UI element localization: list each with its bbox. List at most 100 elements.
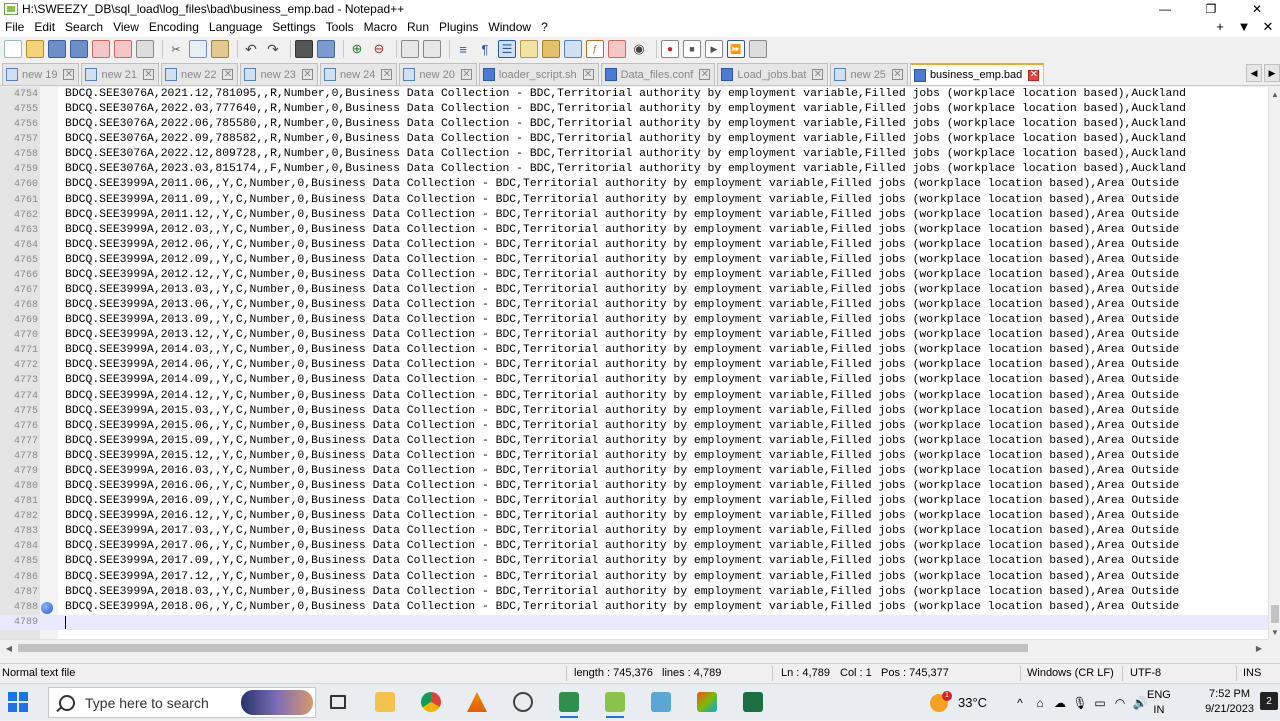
editor-line[interactable]: 4760 BDCQ.SEE3999A,2011.06,,Y,C,Number,0,… (0, 177, 1268, 192)
menu-search[interactable]: Search (60, 17, 108, 37)
excel-icon[interactable] (738, 688, 768, 716)
vertical-scrollbar[interactable]: ▲ ▼ (1268, 87, 1280, 639)
new-tab-button[interactable]: + (1208, 17, 1232, 37)
close-file-icon[interactable] (92, 40, 110, 58)
sync-vertical-icon[interactable] (401, 40, 419, 58)
zoom-out-icon[interactable]: ⊖ (370, 40, 388, 58)
minimize-button[interactable]: — (1142, 0, 1188, 17)
editor-line[interactable]: 4764 BDCQ.SEE3999A,2012.06,,Y,C,Number,0,… (0, 238, 1268, 253)
run-macro-multiple-icon[interactable]: ⏩ (727, 40, 745, 58)
close-tab-icon[interactable]: ✕ (1028, 69, 1040, 81)
cut-icon[interactable]: ✂ (167, 40, 185, 58)
scroll-right-icon[interactable]: ▶ (1252, 640, 1266, 656)
close-tab-icon[interactable]: ✕ (812, 69, 824, 80)
tab-new-20[interactable]: new 20 ✕ (399, 63, 477, 85)
file-explorer-icon[interactable] (370, 688, 400, 716)
close-tab-icon[interactable]: ✕ (891, 69, 903, 80)
tab-new-24[interactable]: new 24 ✕ (319, 63, 398, 85)
menu-tools[interactable]: Tools (321, 17, 359, 37)
close-document-button[interactable]: ✕ (1256, 17, 1280, 37)
editor-line[interactable]: 4761 BDCQ.SEE3999A,2011.09,,Y,C,Number,0,… (0, 193, 1268, 208)
tab-load-jobs-bat[interactable]: Load_jobs.bat ✕ (717, 63, 829, 85)
close-tab-icon[interactable]: ✕ (63, 69, 75, 80)
editor-line[interactable]: 4780 BDCQ.SEE3999A,2016.06,,Y,C,Number,0,… (0, 479, 1268, 494)
tab-scroll-right-icon[interactable]: ▶ (1264, 64, 1280, 82)
editor-line[interactable]: 4771 BDCQ.SEE3999A,2014.03,,Y,C,Number,0,… (0, 343, 1268, 358)
tab-new-21[interactable]: new 21 ✕ (81, 63, 159, 85)
notepad-icon[interactable] (646, 688, 676, 716)
user-defined-language-icon[interactable] (520, 40, 538, 58)
record-macro-icon[interactable]: ● (661, 40, 679, 58)
vlc-icon[interactable] (462, 688, 492, 716)
scroll-down-icon[interactable]: ▼ (1269, 625, 1280, 639)
battery-icon[interactable]: ▭ (1090, 696, 1110, 710)
editor-line[interactable]: 4788 BDCQ.SEE3999A,2018.06,,Y,C,Number,0,… (0, 600, 1268, 615)
zoom-in-icon[interactable]: ⊕ (348, 40, 366, 58)
editor-line[interactable]: 4758 BDCQ.SEE3076A,2022.12,809728,,R,Numb… (0, 147, 1268, 162)
editor-line[interactable]: 4759 BDCQ.SEE3076A,2023.03,815174,,F,Numb… (0, 162, 1268, 177)
save-all-icon[interactable] (70, 40, 88, 58)
print-icon[interactable] (136, 40, 154, 58)
redo-icon[interactable]: ↷ (264, 40, 282, 58)
input-language-indicator[interactable]: ENG IN (1147, 684, 1171, 721)
menu-macro[interactable]: Macro (359, 17, 402, 37)
document-map-icon[interactable] (542, 40, 560, 58)
taskbar-search-box[interactable]: Type here to search (48, 687, 316, 718)
editor-line[interactable]: 4784 BDCQ.SEE3999A,2017.06,,Y,C,Number,0,… (0, 539, 1268, 554)
text-editor[interactable]: 4754 BDCQ.SEE3076A,2021.12,781095,,R,Numb… (0, 87, 1268, 639)
tab-scroll-left-icon[interactable]: ◀ (1246, 64, 1262, 82)
menu-file[interactable]: File (0, 17, 29, 37)
editor-line[interactable]: 4769 BDCQ.SEE3999A,2013.09,,Y,C,Number,0,… (0, 313, 1268, 328)
horizontal-scroll-thumb[interactable] (18, 644, 1028, 652)
tab-new-22[interactable]: new 22 ✕ (160, 63, 239, 85)
editor-line[interactable]: 4762 BDCQ.SEE3999A,2011.12,,Y,C,Number,0,… (0, 208, 1268, 223)
task-view-icon[interactable] (323, 688, 353, 716)
close-tab-icon[interactable]: ✕ (222, 69, 234, 80)
menu-plugins[interactable]: Plugins (434, 17, 483, 37)
wifi-icon[interactable]: ◠ (1110, 696, 1130, 710)
editor-line[interactable]: 4765 BDCQ.SEE3999A,2012.09,,Y,C,Number,0,… (0, 253, 1268, 268)
scroll-up-icon[interactable]: ▲ (1269, 87, 1280, 101)
editor-line[interactable]: 4777 BDCQ.SEE3999A,2015.09,,Y,C,Number,0,… (0, 434, 1268, 449)
paste-icon[interactable] (211, 40, 229, 58)
new-file-icon[interactable] (4, 40, 22, 58)
editor-line[interactable]: 4776 BDCQ.SEE3999A,2015.06,,Y,C,Number,0,… (0, 419, 1268, 434)
vertical-scroll-thumb[interactable] (1271, 605, 1279, 623)
stop-recording-icon[interactable]: ■ (683, 40, 701, 58)
menu-run[interactable]: Run (402, 17, 434, 37)
editor-line[interactable]: 4767 BDCQ.SEE3999A,2013.03,,Y,C,Number,0,… (0, 283, 1268, 298)
playback-macro-icon[interactable]: ▶ (705, 40, 723, 58)
function-list-icon[interactable]: ƒ (586, 40, 604, 58)
network-icon[interactable]: ☁ (1050, 696, 1070, 710)
menu-view[interactable]: View (108, 17, 144, 37)
editor-line[interactable]: 4782 BDCQ.SEE3999A,2016.12,,Y,C,Number,0,… (0, 509, 1268, 524)
tab-loader-script[interactable]: loader_script.sh ✕ (478, 63, 599, 85)
tab-new-23[interactable]: new 23 ✕ (240, 63, 318, 85)
close-tab-icon[interactable]: ✕ (582, 69, 594, 80)
indent-guide-icon[interactable]: ☰ (498, 40, 516, 58)
taskbar-clock[interactable]: 7:52 PM 9/21/2023 (1205, 687, 1254, 717)
editor-line[interactable]: 4754 BDCQ.SEE3076A,2021.12,781095,,R,Numb… (0, 87, 1268, 102)
show-all-characters-icon[interactable]: ¶ (476, 40, 494, 58)
folder-as-workspace-icon[interactable] (608, 40, 626, 58)
editor-line[interactable]: 4789 (0, 614, 1268, 630)
editor-line[interactable]: 4783 BDCQ.SEE3999A,2017.03,,Y,C,Number,0,… (0, 524, 1268, 539)
close-button[interactable]: ✕ (1234, 0, 1280, 17)
chatgpt-icon[interactable] (508, 688, 538, 716)
show-hidden-icons-chevron[interactable]: ^ (1010, 696, 1030, 710)
editor-line[interactable]: 4775 BDCQ.SEE3999A,2015.03,,Y,C,Number,0,… (0, 404, 1268, 419)
close-tab-icon[interactable]: ✕ (699, 69, 711, 80)
open-file-icon[interactable] (26, 40, 44, 58)
monitoring-icon[interactable]: ◉ (630, 40, 648, 58)
notepadpp-taskbar-icon[interactable] (600, 688, 630, 718)
editor-line[interactable]: 4774 BDCQ.SEE3999A,2014.12,,Y,C,Number,0,… (0, 389, 1268, 404)
editor-line[interactable]: 4770 BDCQ.SEE3999A,2013.12,,Y,C,Number,0,… (0, 328, 1268, 343)
power-bi-icon[interactable] (692, 688, 722, 716)
editor-line[interactable]: 4757 BDCQ.SEE3076A,2022.09,788582,,R,Numb… (0, 132, 1268, 147)
tab-new-19[interactable]: new 19 ✕ (2, 63, 80, 85)
chrome-icon[interactable] (416, 688, 446, 716)
editor-line[interactable]: 4786 BDCQ.SEE3999A,2017.12,,Y,C,Number,0,… (0, 570, 1268, 585)
editor-line[interactable]: 4772 BDCQ.SEE3999A,2014.06,,Y,C,Number,0,… (0, 358, 1268, 373)
weather-widget[interactable]: 1 33°C (930, 684, 987, 721)
menu-encoding[interactable]: Encoding (144, 17, 204, 37)
